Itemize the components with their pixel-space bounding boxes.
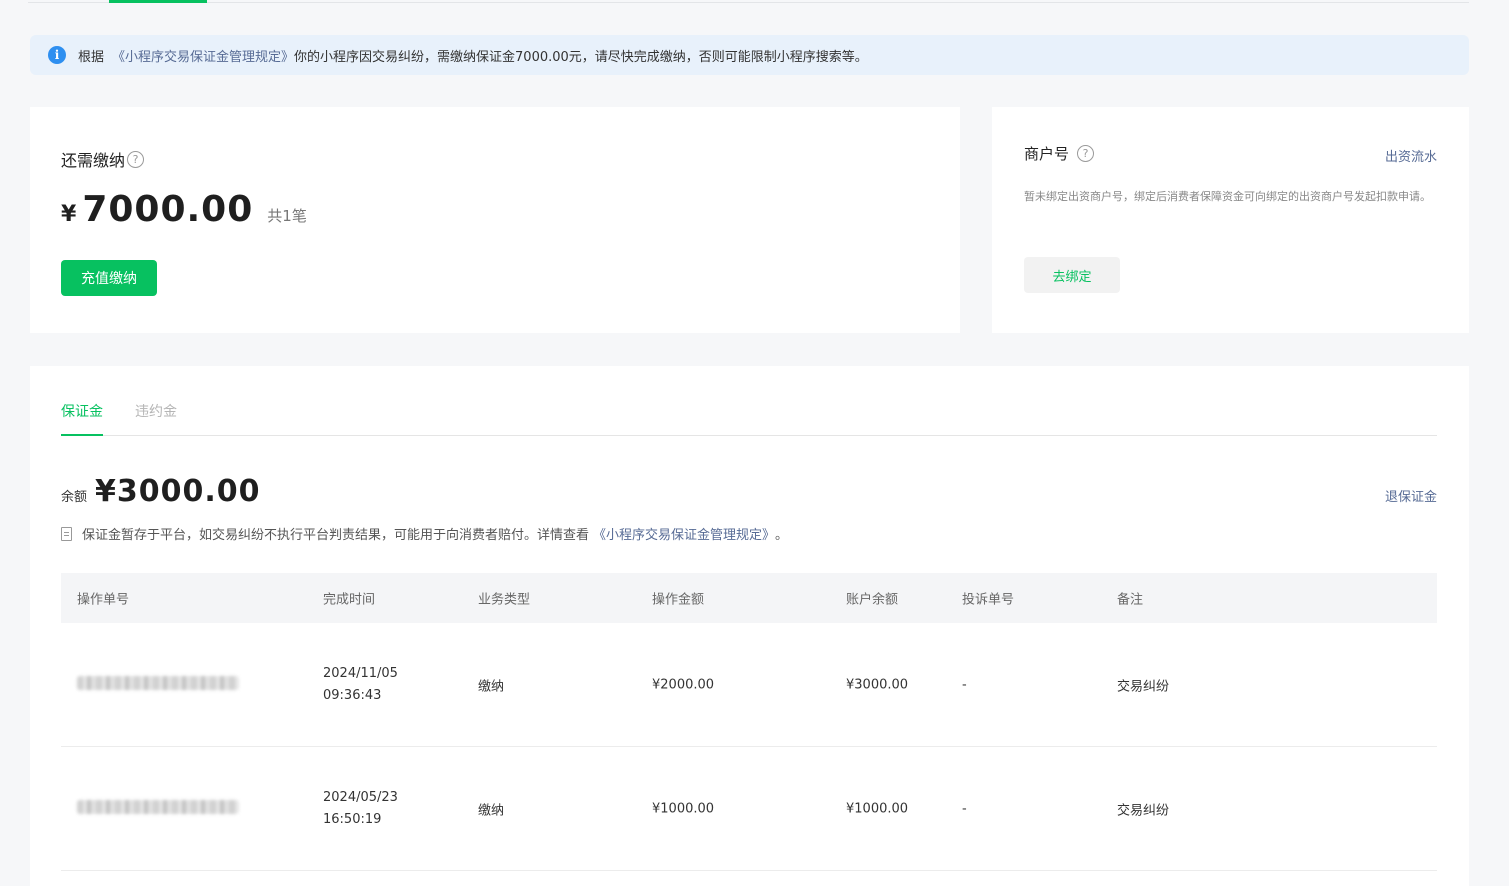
deposit-note: 保证金暂存于平台，如交易纠纷不执行平台判责结果，可能用于向消费者赔付。详情查看 … (61, 524, 788, 543)
complete-time-cell: 2024/11/05 09:36:43 (323, 663, 398, 707)
amount-due-count: 共1笔 (267, 207, 307, 225)
notice-prefix: 根据 (78, 49, 105, 65)
header-amount: 操作金额 (652, 592, 705, 608)
balance-amount: ¥3000.00 (95, 474, 261, 509)
balance-cell: ¥1000.00 (846, 801, 909, 816)
tab-penalty[interactable]: 违约金 (135, 401, 177, 421)
merchant-title: 商户号 ? (1024, 143, 1095, 164)
balance: 余额 ¥3000.00 (61, 474, 261, 509)
header-complaint-id: 投诉单号 (962, 592, 1015, 608)
deposit-card: 保证金 违约金 余额 ¥3000.00 退保证金 保证金暂存于平台，如交易纠纷不… (30, 366, 1469, 886)
amount-cell: ¥1000.00 (652, 801, 715, 816)
amount-due-card: 还需缴纳 ? ¥ 7000.00 共1笔 充值缴纳 (30, 107, 960, 333)
note-cell: 交易纠纷 (1117, 803, 1170, 818)
refund-deposit-link[interactable]: 退保证金 (1385, 486, 1437, 505)
amount-cell: ¥2000.00 (652, 677, 715, 692)
header-note: 备注 (1117, 592, 1144, 608)
amount-due-title: 还需缴纳 ? (61, 147, 145, 171)
merchant-description: 暂未绑定出资商户号，绑定后消费者保障资金可向绑定的出资商户号发起扣款申请。 (1024, 190, 1431, 203)
tab-deposit[interactable]: 保证金 (61, 401, 103, 436)
complete-date: 2024/05/23 (323, 789, 398, 805)
top-divider (28, 2, 1469, 3)
deposit-rules-link[interactable]: 《小程序交易保证金管理规定》 (593, 524, 775, 543)
balance-label: 余额 (61, 490, 88, 505)
order-id-cell (77, 675, 239, 694)
notice-banner: i 根据 《小程序交易保证金管理规定》 你的小程序因交易纠纷，需缴纳保证金700… (30, 35, 1469, 75)
info-icon: i (48, 46, 66, 64)
merchant-label: 商户号 (1024, 145, 1070, 163)
deposit-tabs: 保证金 违约金 (61, 396, 1437, 436)
complaint-id-cell: - (962, 677, 967, 692)
table-row: 2024/05/23 16:50:19 缴纳 ¥1000.00 ¥1000.00… (61, 747, 1437, 871)
balance-cell: ¥3000.00 (846, 677, 909, 692)
header-order-id: 操作单号 (77, 592, 130, 608)
table-header: 操作单号 完成时间 业务类型 操作金额 账户余额 投诉单号 备注 (61, 573, 1437, 623)
redacted-order-id (77, 799, 239, 814)
note-cell: 交易纠纷 (1117, 679, 1170, 694)
funding-flow-link[interactable]: 出资流水 (1385, 146, 1437, 165)
question-circle-icon[interactable]: ? (127, 150, 145, 168)
redacted-order-id (77, 675, 239, 690)
notice-rules-link[interactable]: 《小程序交易保证金管理规定》 (112, 46, 294, 65)
question-circle-icon[interactable]: ? (1077, 145, 1095, 162)
deposit-note-suffix: 。 (775, 528, 789, 543)
header-business-type: 业务类型 (478, 592, 531, 608)
complete-date: 2024/11/05 (323, 665, 398, 681)
amount-due-value: ¥ 7000.00 共1笔 (61, 189, 307, 230)
complaint-id-cell: - (962, 801, 967, 816)
document-icon (61, 526, 72, 541)
deposit-note-text: 保证金暂存于平台，如交易纠纷不执行平台判责结果，可能用于向消费者赔付。详情查看 (82, 528, 590, 543)
top-tab-bar (0, 0, 1469, 3)
merchant-card: 商户号 ? 出资流水 暂未绑定出资商户号，绑定后消费者保障资金可向绑定的出资商户… (992, 107, 1469, 333)
amount-due-label: 还需缴纳 (61, 151, 126, 170)
notice-text: 你的小程序因交易纠纷，需缴纳保证金7000.00元，请尽快完成缴纳，否则可能限制… (294, 49, 868, 65)
header-complete-time: 完成时间 (323, 592, 376, 608)
recharge-pay-button[interactable]: 充值缴纳 (61, 260, 157, 296)
business-type-cell: 缴纳 (478, 803, 505, 818)
complete-time: 16:50:19 (323, 811, 382, 827)
top-active-tab-indicator (109, 0, 207, 3)
complete-time: 09:36:43 (323, 687, 382, 703)
complete-time-cell: 2024/05/23 16:50:19 (323, 787, 398, 831)
transactions-table: 操作单号 完成时间 业务类型 操作金额 账户余额 投诉单号 备注 2024/11… (61, 573, 1437, 871)
order-id-cell (77, 799, 239, 818)
table-row: 2024/11/05 09:36:43 缴纳 ¥2000.00 ¥3000.00… (61, 623, 1437, 747)
header-balance: 账户余额 (846, 592, 899, 608)
amount-due-number: 7000.00 (82, 189, 254, 230)
currency-symbol: ¥ (61, 202, 77, 227)
bind-merchant-button[interactable]: 去绑定 (1024, 257, 1120, 293)
business-type-cell: 缴纳 (478, 679, 505, 694)
